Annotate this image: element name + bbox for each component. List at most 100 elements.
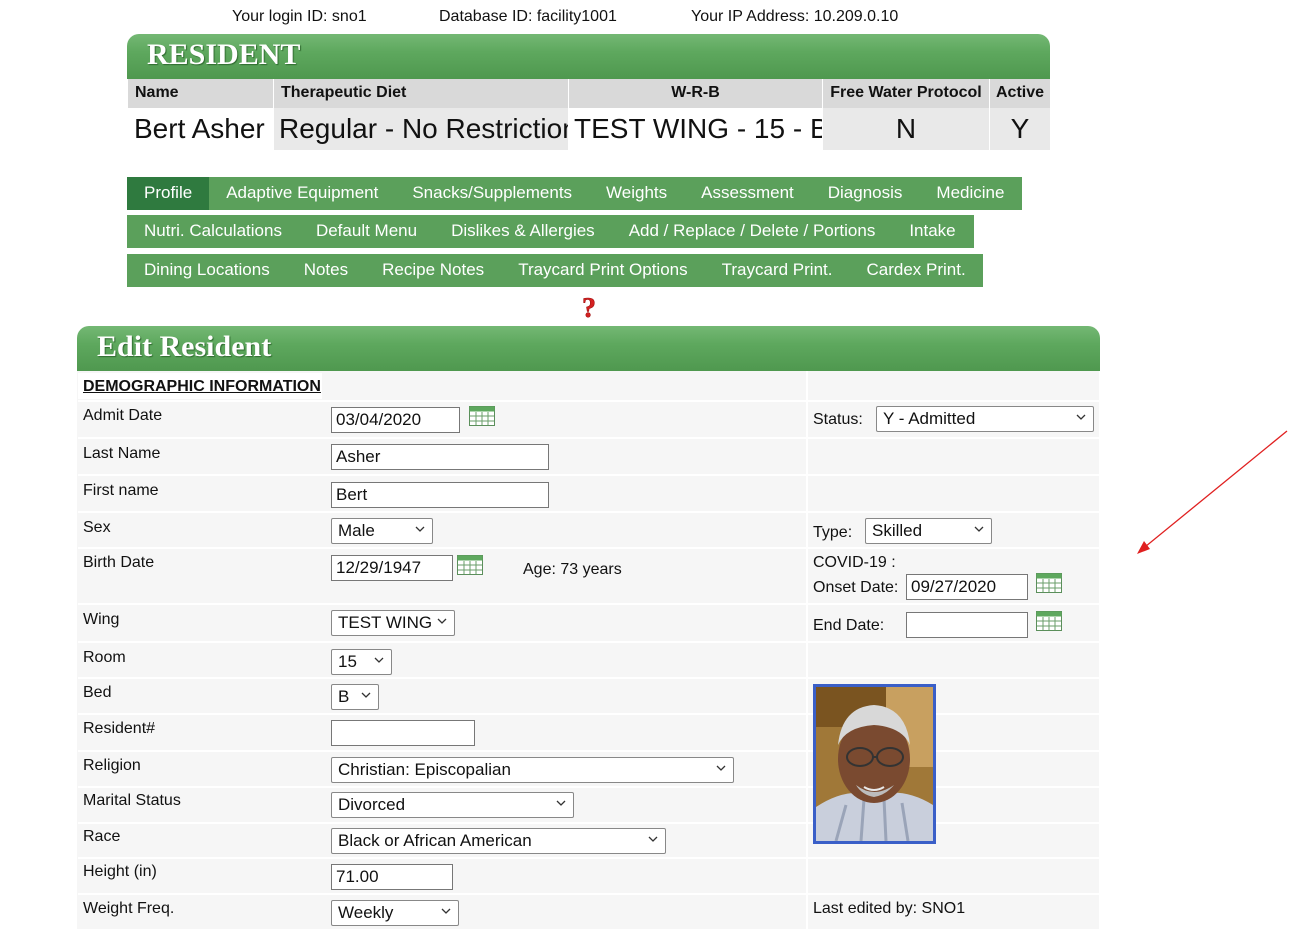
col-header-name: Name bbox=[127, 79, 273, 108]
tab-traycard-print-options[interactable]: Traycard Print Options bbox=[501, 254, 704, 287]
column-divider bbox=[806, 371, 808, 929]
tab-traycard-print[interactable]: Traycard Print. bbox=[705, 254, 850, 287]
chevron-down-icon bbox=[1075, 411, 1087, 423]
race-select[interactable]: Black or African American bbox=[331, 828, 666, 854]
end-date-label: End Date: bbox=[813, 617, 884, 635]
chevron-down-icon bbox=[414, 523, 426, 535]
diet-value: Regular - No Restriction bbox=[273, 108, 568, 150]
marital-status-select-value: Divorced bbox=[338, 795, 405, 814]
nav-row-1: Profile Adaptive Equipment Snacks/Supple… bbox=[127, 177, 1022, 210]
tab-weights[interactable]: Weights bbox=[589, 177, 684, 210]
tab-cardex-print[interactable]: Cardex Print. bbox=[849, 254, 982, 287]
tab-diagnosis[interactable]: Diagnosis bbox=[811, 177, 920, 210]
resident-photo[interactable] bbox=[813, 684, 936, 844]
end-date-calendar-icon[interactable] bbox=[1036, 611, 1062, 631]
marital-status-label: Marital Status bbox=[83, 792, 181, 810]
tab-dislikes-allergies[interactable]: Dislikes & Allergies bbox=[434, 215, 612, 248]
edit-resident-header: Edit Resident bbox=[77, 326, 1100, 371]
col-header-active: Active bbox=[989, 79, 1050, 108]
type-label: Type: bbox=[813, 524, 852, 542]
nav-row-3: Dining Locations Notes Recipe Notes Tray… bbox=[127, 254, 983, 287]
first-name-label: First name bbox=[83, 482, 159, 500]
nav-row-2: Nutri. Calculations Default Menu Dislike… bbox=[127, 215, 974, 248]
edit-resident-title: Edit Resident bbox=[97, 330, 271, 364]
wing-select-value: TEST WING bbox=[338, 613, 432, 632]
active-value: Y bbox=[989, 108, 1050, 150]
chevron-down-icon bbox=[373, 654, 385, 666]
tab-default-menu[interactable]: Default Menu bbox=[299, 215, 434, 248]
demographic-section-title: DEMOGRAPHIC INFORMATION bbox=[83, 378, 321, 396]
chevron-down-icon bbox=[555, 797, 567, 809]
onset-date-calendar-icon[interactable] bbox=[1036, 573, 1062, 593]
tab-assessment[interactable]: Assessment bbox=[684, 177, 811, 210]
tab-add-replace-delete-portions[interactable]: Add / Replace / Delete / Portions bbox=[612, 215, 893, 248]
tab-intake[interactable]: Intake bbox=[892, 215, 972, 248]
col-header-free-water: Free Water Protocol bbox=[822, 79, 989, 108]
tab-dining-locations[interactable]: Dining Locations bbox=[127, 254, 287, 287]
weight-freq-select-value: Weekly bbox=[338, 903, 393, 922]
chevron-down-icon bbox=[715, 762, 727, 774]
covid-label: COVID-19 : bbox=[813, 554, 896, 572]
admit-date-label: Admit Date bbox=[83, 407, 162, 425]
bed-label: Bed bbox=[83, 684, 111, 702]
tab-snacks-supplements[interactable]: Snacks/Supplements bbox=[395, 177, 589, 210]
tab-nutri-calculations[interactable]: Nutri. Calculations bbox=[127, 215, 299, 248]
resident-name-value: Bert Asher bbox=[127, 108, 273, 150]
chevron-down-icon bbox=[647, 833, 659, 845]
weight-freq-select[interactable]: Weekly bbox=[331, 900, 459, 926]
chevron-down-icon bbox=[360, 689, 372, 701]
svg-text:?: ? bbox=[582, 293, 596, 323]
help-question-icon[interactable]: ? bbox=[578, 293, 600, 323]
tab-medicine[interactable]: Medicine bbox=[919, 177, 1021, 210]
onset-date-label: Onset Date: bbox=[813, 579, 898, 597]
tab-adaptive-equipment[interactable]: Adaptive Equipment bbox=[209, 177, 395, 210]
room-select[interactable]: 15 bbox=[331, 649, 392, 675]
wing-label: Wing bbox=[83, 611, 119, 629]
sex-select[interactable]: Male bbox=[331, 518, 433, 544]
end-date-input[interactable] bbox=[906, 612, 1028, 638]
status-select[interactable]: Y - Admitted bbox=[876, 406, 1094, 432]
tab-recipe-notes[interactable]: Recipe Notes bbox=[365, 254, 501, 287]
last-edited-text: Last edited by: SNO1 bbox=[813, 900, 965, 918]
onset-date-input[interactable] bbox=[906, 574, 1028, 600]
resident-number-input[interactable] bbox=[331, 720, 475, 746]
age-text: Age: 73 years bbox=[523, 561, 622, 579]
height-input[interactable] bbox=[331, 864, 453, 890]
wing-select[interactable]: TEST WING bbox=[331, 610, 455, 636]
admit-date-calendar-icon[interactable] bbox=[469, 406, 495, 426]
height-label: Height (in) bbox=[83, 863, 157, 881]
col-header-wrb: W-R-B bbox=[568, 79, 822, 108]
wrb-value: TEST WING - 15 - B bbox=[568, 108, 822, 150]
login-id-text: Your login ID: sno1 bbox=[232, 8, 367, 26]
bed-select[interactable]: B bbox=[331, 684, 379, 710]
admit-date-input[interactable] bbox=[331, 407, 460, 433]
room-label: Room bbox=[83, 649, 126, 667]
sex-select-value: Male bbox=[338, 521, 375, 540]
free-water-value: N bbox=[822, 108, 989, 150]
type-select[interactable]: Skilled bbox=[865, 518, 992, 544]
annotation-arrow bbox=[1130, 425, 1295, 560]
birth-date-calendar-icon[interactable] bbox=[457, 555, 483, 575]
resident-number-label: Resident# bbox=[83, 720, 155, 738]
chevron-down-icon bbox=[973, 523, 985, 535]
first-name-input[interactable] bbox=[331, 482, 549, 508]
chevron-down-icon bbox=[436, 615, 448, 627]
room-select-value: 15 bbox=[338, 652, 357, 671]
marital-status-select[interactable]: Divorced bbox=[331, 792, 574, 818]
last-name-input[interactable] bbox=[331, 444, 549, 470]
resident-panel-header: RESIDENT bbox=[127, 34, 1050, 79]
religion-select[interactable]: Christian: Episcopalian bbox=[331, 757, 734, 783]
bed-select-value: B bbox=[338, 687, 349, 706]
tab-profile[interactable]: Profile bbox=[127, 177, 209, 210]
birth-date-label: Birth Date bbox=[83, 554, 154, 572]
birth-date-input[interactable] bbox=[331, 555, 453, 581]
resident-portrait-image bbox=[816, 687, 933, 841]
chevron-down-icon bbox=[440, 905, 452, 917]
religion-label: Religion bbox=[83, 757, 141, 775]
tab-notes[interactable]: Notes bbox=[287, 254, 365, 287]
database-id-text: Database ID: facility1001 bbox=[439, 8, 617, 26]
col-header-diet: Therapeutic Diet bbox=[273, 79, 568, 108]
resident-panel-title: RESIDENT bbox=[147, 38, 300, 72]
last-name-label: Last Name bbox=[83, 445, 160, 463]
religion-select-value: Christian: Episcopalian bbox=[338, 760, 511, 779]
